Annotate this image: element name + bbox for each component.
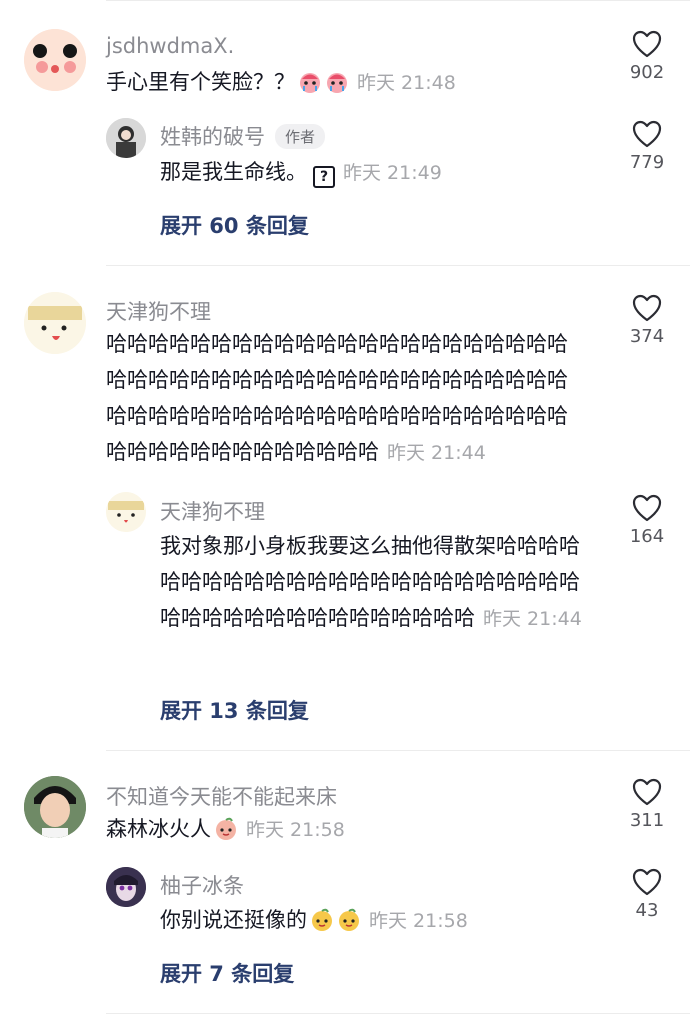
comment-body: 森林冰火人 [106,817,211,841]
comment-text: 森林冰火人 昨天 21:58 [106,811,586,848]
expand-replies-button[interactable]: 展开 60 条回复 [160,210,309,240]
reply-time: 昨天 21:49 [343,162,442,184]
comment-body: 哈哈哈哈哈哈哈哈哈哈哈哈哈哈哈哈哈哈哈哈哈哈哈哈哈哈哈哈哈哈哈哈哈哈哈哈哈哈哈哈… [106,332,568,464]
like-button[interactable]: 311 [617,778,677,831]
reply-text: 我对象那小身板我要这么抽他得散架哈哈哈哈哈哈哈哈哈哈哈哈哈哈哈哈哈哈哈哈哈哈哈哈… [160,528,590,637]
heart-outline-icon [632,868,662,896]
like-count: 902 [629,62,665,83]
divider [106,750,690,751]
reply-body: 那是我生命线。 [160,160,307,184]
like-count: 779 [629,152,665,173]
divider [106,1013,690,1014]
avatar[interactable] [24,29,86,91]
avatar[interactable] [24,292,86,354]
like-button[interactable]: 902 [617,30,677,83]
like-button[interactable]: 164 [617,494,677,547]
yellow-emoji-icon [337,907,361,931]
cry-emoji-icon [298,69,322,93]
heart-outline-icon [632,778,662,806]
divider [106,0,690,1]
heart-outline-icon [632,120,662,148]
avatar[interactable] [106,492,146,532]
yellow-emoji-icon [310,907,334,931]
like-button[interactable]: 43 [617,868,677,921]
reply-username: 姓韩的破号 作者 [160,121,326,151]
avatar[interactable] [106,118,146,158]
avatar[interactable] [106,867,146,907]
comment-body: 手心里有个笑脸？？ [106,70,295,94]
reply-username[interactable]: 柚子冰条 [160,870,244,900]
comment-username[interactable]: jsdhwdmaX. [106,34,234,58]
reply-username-text[interactable]: 姓韩的破号 [160,125,265,149]
like-button[interactable]: 374 [617,294,677,347]
reply-username[interactable]: 天津狗不理 [160,496,265,526]
heart-outline-icon [632,294,662,322]
divider [106,265,690,266]
like-count: 164 [629,526,665,547]
unknown-emoji-icon: ? [313,166,335,188]
expand-replies-button[interactable]: 展开 13 条回复 [160,695,309,725]
like-count: 43 [635,900,659,921]
comment-username[interactable]: 不知道今天能不能起来床 [106,781,337,811]
reply-text: 那是我生命线。? 昨天 21:49 [160,154,580,191]
heart-outline-icon [632,494,662,522]
reply-time: 昨天 21:44 [483,608,582,630]
cry-emoji-icon [325,69,349,93]
heart-outline-icon [632,30,662,58]
expand-replies-button[interactable]: 展开 7 条回复 [160,958,294,988]
comment-time: 昨天 21:44 [387,442,486,464]
like-count: 311 [629,810,665,831]
comment-time: 昨天 21:48 [357,72,456,94]
like-count: 374 [629,326,665,347]
reply-time: 昨天 21:58 [369,910,468,932]
comment-username[interactable]: 天津狗不理 [106,296,211,326]
comment-text: 哈哈哈哈哈哈哈哈哈哈哈哈哈哈哈哈哈哈哈哈哈哈哈哈哈哈哈哈哈哈哈哈哈哈哈哈哈哈哈哈… [106,326,586,471]
reply-text: 你别说还挺像的 昨天 21:58 [160,902,590,939]
reply-body: 你别说还挺像的 [160,908,307,932]
peach-emoji-icon [214,816,238,840]
comment-time: 昨天 21:58 [246,819,345,841]
comment-text: 手心里有个笑脸？？ 昨天 21:48 [106,64,586,101]
author-tag: 作者 [275,124,326,149]
like-button[interactable]: 779 [617,120,677,173]
avatar[interactable] [24,776,86,838]
